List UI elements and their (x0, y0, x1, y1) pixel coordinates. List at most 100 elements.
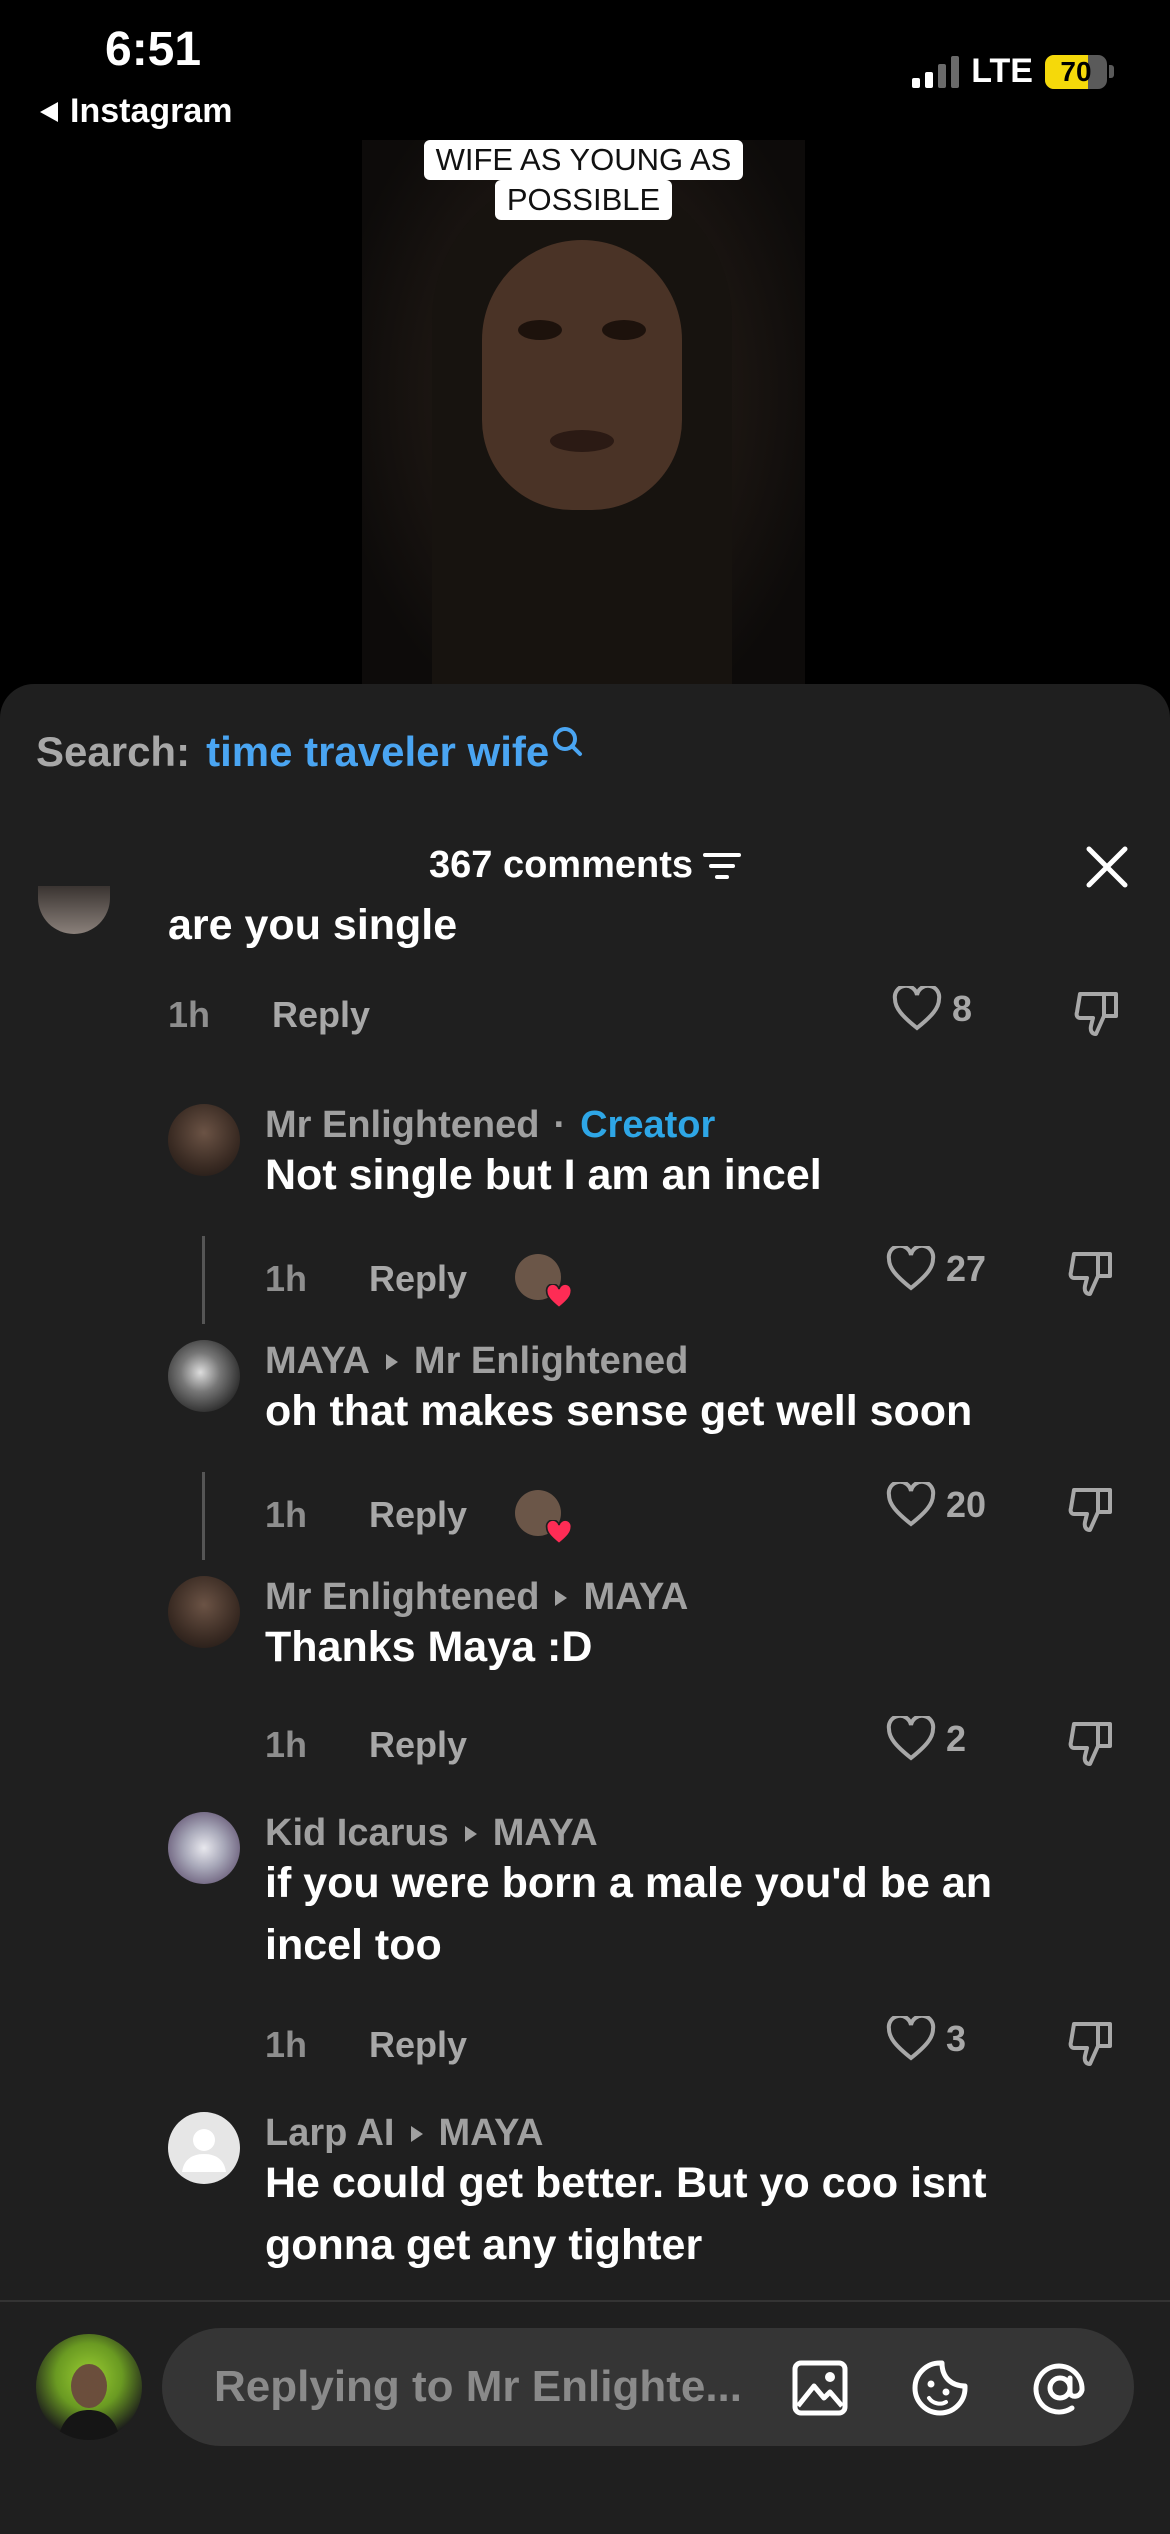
mention-icon[interactable] (1030, 2358, 1090, 2418)
commenter-name[interactable]: Mr Enlightened (265, 1576, 539, 1619)
comment-meta: Kid Icarus MAYA (265, 1812, 598, 1855)
image-icon[interactable] (790, 2358, 850, 2418)
like-count: 27 (946, 1248, 987, 1289)
liked-by-creator (515, 1254, 573, 1309)
commenter-avatar[interactable] (168, 1340, 240, 1412)
clock: 6:51 (105, 23, 202, 76)
back-to-app[interactable]: Instagram (38, 92, 233, 131)
close-icon[interactable] (1084, 844, 1130, 890)
heart-icon (886, 2016, 936, 2061)
comments-count: 367 comments (428, 844, 693, 886)
signal-icon (912, 55, 960, 88)
reply-to-name[interactable]: MAYA (583, 1576, 688, 1619)
search-label: Search: (36, 728, 191, 775)
back-triangle-icon (40, 101, 58, 122)
like-button[interactable]: 20 (886, 1482, 986, 1528)
liked-heart-icon (545, 1520, 573, 1545)
video-caption-line2: POSSIBLE (494, 180, 673, 220)
reply-to-name[interactable]: MAYA (493, 1812, 598, 1855)
liked-by-creator (515, 1490, 573, 1545)
comment-input-bar: Replying to Mr Enlighte... (0, 2300, 1170, 2534)
comment-meta: Larp AI MAYA (265, 2112, 543, 2155)
like-button[interactable]: 27 (886, 1246, 986, 1292)
commenter-avatar[interactable] (168, 1576, 240, 1648)
comment-item: Mr Enlightened MAYA Thanks Maya :D 1h Re… (0, 1576, 1170, 1816)
comments-sheet: Search: time traveler wife 367 comments … (0, 684, 1170, 2532)
commenter-avatar[interactable] (168, 1812, 240, 1884)
emoji-sticker-icon[interactable] (910, 2358, 970, 2418)
reply-button[interactable]: Reply (369, 1494, 467, 1536)
comment-time: 1h (265, 2024, 308, 2065)
like-count: 8 (952, 988, 973, 1029)
comment-item: Mr Enlightened · Creator Not single but … (0, 1104, 1170, 1344)
comment-text: if you were born a male you'd be an ince… (265, 1852, 992, 1976)
commenter-avatar[interactable] (168, 1104, 240, 1176)
search-suggestion[interactable]: Search: time traveler wife (36, 727, 585, 776)
like-button[interactable]: 8 (892, 986, 972, 1032)
comment-actions: 1h Reply (168, 994, 370, 1036)
person-icon (182, 2129, 226, 2172)
dislike-icon[interactable] (1066, 2018, 1118, 2070)
reply-to-name[interactable]: MAYA (439, 2112, 544, 2155)
video-caption-line1: WIFE AS YOUNG AS (423, 140, 744, 180)
status-icons: LTE 70 (912, 52, 1114, 91)
video-caption: WIFE AS YOUNG AS POSSIBLE (362, 140, 805, 220)
user-avatar-figure (58, 2364, 120, 2440)
reply-button[interactable]: Reply (369, 2024, 467, 2066)
video-eye (602, 320, 646, 340)
comment-actions: 1h Reply (265, 1254, 573, 1309)
comment-item: Kid Icarus MAYA if you were born a male … (0, 1812, 1170, 2112)
commenter-name[interactable]: Kid Icarus (265, 1812, 449, 1855)
dislike-icon[interactable] (1066, 1484, 1118, 1536)
comment-time: 1h (265, 1258, 308, 1299)
dislike-icon[interactable] (1066, 1718, 1118, 1770)
comment-text: are you single (168, 901, 458, 949)
default-avatar-icon[interactable] (168, 2112, 240, 2184)
search-term[interactable]: time traveler wife (206, 728, 549, 776)
heart-icon (886, 1482, 936, 1527)
dislike-icon[interactable] (1072, 988, 1124, 1040)
reply-to-name[interactable]: Mr Enlightened (414, 1340, 688, 1383)
comment-time: 1h (168, 994, 211, 1035)
comment-text-line: He could get better. But yo coo isnt (265, 2159, 987, 2207)
commenter-name[interactable]: MAYA (265, 1340, 370, 1383)
like-count: 2 (946, 1718, 967, 1759)
video-player[interactable]: WIFE AS YOUNG AS POSSIBLE (362, 140, 805, 700)
comment-item: are you single 1h Reply 8 (0, 886, 1170, 1084)
commenter-avatar[interactable] (38, 886, 110, 934)
comment-text: He could get better. But yo coo isnt gon… (265, 2152, 987, 2276)
status-bar: 6:51 Instagram LTE 70 (0, 0, 1170, 140)
video-eye (518, 320, 562, 340)
reply-button[interactable]: Reply (272, 994, 370, 1036)
reply-arrow-icon (555, 1589, 568, 1606)
back-app-label: Instagram (70, 92, 233, 130)
search-icon (553, 727, 583, 756)
reply-input-placeholder: Replying to Mr Enlighte... (214, 2362, 742, 2411)
dislike-icon[interactable] (1066, 1248, 1118, 1300)
reply-input[interactable]: Replying to Mr Enlighte... (162, 2328, 1134, 2446)
reply-arrow-icon (385, 1353, 398, 1370)
heart-icon (892, 986, 942, 1031)
comment-text: Not single but I am an incel (265, 1151, 822, 1199)
comment-actions: 1h Reply (265, 1490, 573, 1545)
comment-text-line: if you were born a male you'd be an (265, 1859, 993, 1907)
commenter-name[interactable]: Larp AI (265, 2112, 395, 2155)
thread-line (202, 1472, 205, 1560)
heart-icon (886, 1246, 936, 1291)
battery-tip (1109, 65, 1114, 78)
like-button[interactable]: 2 (886, 1716, 966, 1762)
user-avatar[interactable] (36, 2334, 142, 2440)
reply-button[interactable]: Reply (369, 1258, 467, 1300)
comment-item: Larp AI MAYA He could get better. But yo… (0, 2112, 1170, 2302)
sort-filter-icon[interactable] (703, 850, 741, 882)
reply-button[interactable]: Reply (369, 1724, 467, 1766)
heart-icon (886, 1716, 936, 1761)
creator-badge: Creator (580, 1104, 716, 1146)
reply-arrow-icon (464, 1825, 477, 1842)
like-button[interactable]: 3 (886, 2016, 966, 2062)
meta-separator: · (553, 1104, 567, 1146)
commenter-name[interactable]: Mr Enlightened (265, 1104, 539, 1147)
like-count: 3 (946, 2018, 967, 2059)
reply-arrow-icon (410, 2125, 423, 2142)
comment-text-line: gonna get any tighter (265, 2221, 703, 2269)
